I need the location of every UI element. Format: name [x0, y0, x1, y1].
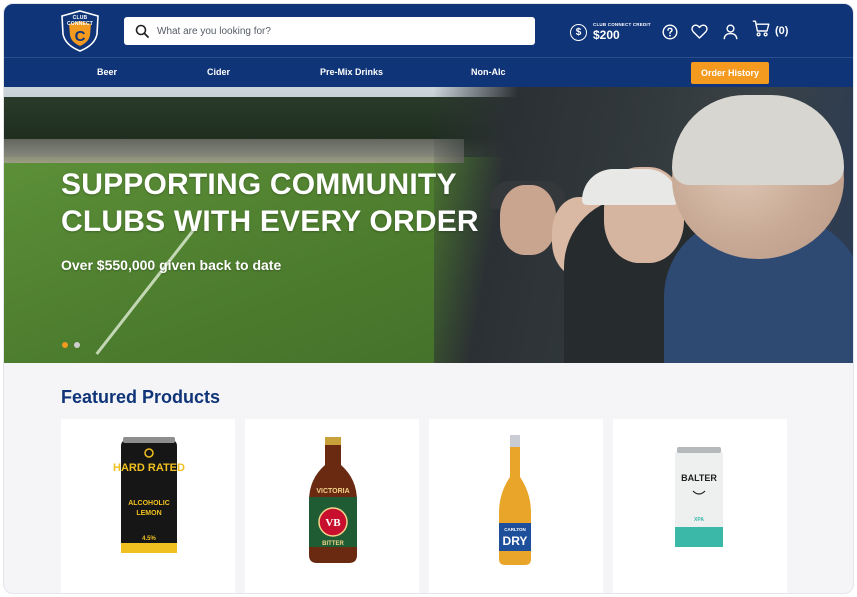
dollar-icon: $ [570, 23, 587, 41]
carousel-dots [62, 342, 80, 348]
product-image: BALTER XPA [675, 447, 723, 547]
product-brand-text: VICTORIA [316, 488, 349, 495]
category-nav: Beer Cider Pre-Mix Drinks Non-Alc Order … [4, 57, 853, 87]
product-badge-text: VB [325, 517, 341, 529]
credit-amount: $200 [593, 27, 620, 42]
order-history-button[interactable]: Order History [691, 62, 769, 84]
hero-title-line-1: SUPPORTING COMMUNITY [61, 168, 457, 201]
hero-figure [582, 169, 678, 205]
help-icon[interactable] [661, 23, 678, 40]
club-connect-logo[interactable]: C CLUB CONNECT [60, 10, 100, 52]
product-card-balter-xpa[interactable]: BALTER XPA [613, 419, 787, 593]
nav-item-non-alc[interactable]: Non-Alc [471, 67, 506, 77]
product-label-text: DRY [503, 534, 528, 548]
product-image: VICTORIA VB BITTER [309, 437, 357, 563]
club-credit[interactable]: $ CLUB CONNECT CREDIT $200 [570, 21, 651, 43]
top-header: C CLUB CONNECT $ CLUB CONNECT CREDIT $20… [4, 4, 853, 57]
hero-title-line-2: CLUBS WITH EVERY ORDER [61, 205, 479, 238]
cart-button[interactable]: (0) [752, 20, 789, 42]
search-bar[interactable] [124, 17, 535, 45]
product-image: HARD RATED ALCOHOLIC LEMON 4.5% [113, 437, 185, 553]
hero-subtitle: Over $550,000 given back to date [61, 257, 282, 273]
wishlist-heart-icon[interactable] [691, 23, 708, 40]
browser-frame: C CLUB CONNECT $ CLUB CONNECT CREDIT $20… [3, 3, 854, 594]
nav-item-cider[interactable]: Cider [207, 67, 230, 77]
product-label-text: ALCOHOLIC [128, 500, 170, 507]
hero-banner[interactable]: SUPPORTING COMMUNITY CLUBS WITH EVERY OR… [4, 87, 853, 363]
search-icon [135, 24, 149, 38]
product-card-hard-rated[interactable]: HARD RATED ALCOHOLIC LEMON 4.5% [61, 419, 235, 593]
product-image: CARLTON DRY [499, 435, 531, 565]
carousel-dot-1[interactable] [62, 342, 68, 348]
account-user-icon[interactable] [722, 23, 739, 40]
product-label-text: XPA [694, 517, 704, 523]
search-input[interactable] [157, 25, 517, 37]
hero-title: SUPPORTING COMMUNITY CLUBS WITH EVERY OR… [61, 166, 581, 240]
product-abv-text: 4.5% [142, 536, 156, 542]
product-label-text: LEMON [136, 510, 161, 517]
product-label-text: BITTER [322, 541, 344, 547]
product-brand-text: HARD RATED [113, 462, 185, 474]
nav-item-pre-mix-drinks[interactable]: Pre-Mix Drinks [320, 67, 383, 77]
product-card-carlton-dry[interactable]: CARLTON DRY [429, 419, 603, 593]
logo-text: CLUB CONNECT [66, 15, 94, 27]
cart-icon [752, 20, 770, 42]
svg-text:C: C [75, 28, 86, 45]
hero-background-stand [4, 139, 464, 163]
product-brand-text: BALTER [681, 473, 717, 483]
product-card-victoria-bitter[interactable]: VICTORIA VB BITTER [245, 419, 419, 593]
carousel-dot-2[interactable] [74, 342, 80, 348]
nav-item-beer[interactable]: Beer [97, 67, 117, 77]
cart-count: (0) [775, 25, 789, 37]
featured-products-title: Featured Products [61, 387, 221, 407]
product-brand-text: CARLTON [504, 527, 526, 532]
